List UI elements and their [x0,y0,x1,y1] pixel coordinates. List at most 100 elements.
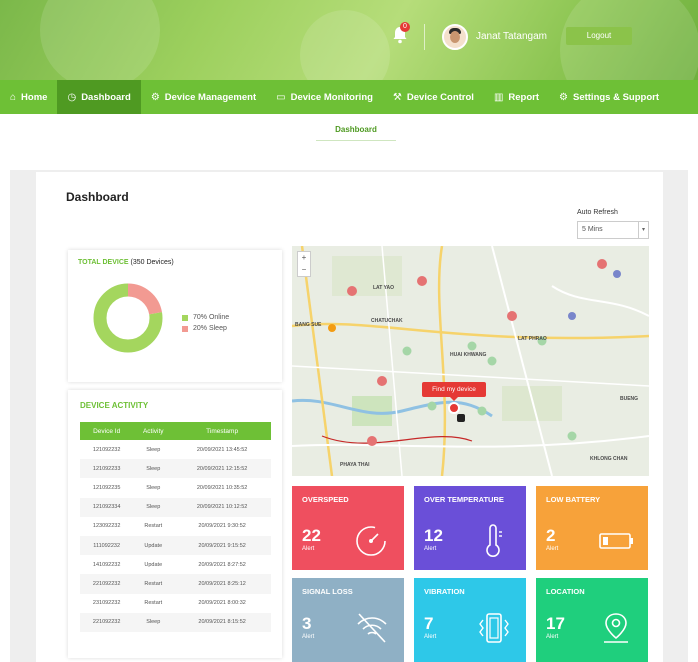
breadcrumb-underline [316,140,396,141]
nav-item-device-control[interactable]: ⚒ Device Control [383,80,484,114]
alert-count: 3 [302,614,312,633]
alert-count: 7 [424,614,434,633]
activity-cell: Sleep [146,446,161,453]
alert-count: 22 [302,526,321,545]
alert-caption: Alert [546,634,559,640]
table-row[interactable]: 121092334 Sleep 20/09/2021 10:12:52 [80,497,271,517]
map-label: KHLONG CHAN [590,456,628,462]
alert-tile-low-battery[interactable]: LOW BATTERY 2 Alert [536,486,648,570]
alert-label: LOCATION [546,587,585,596]
activity-cell: Sleep [133,612,174,632]
find-my-device-tooltip[interactable]: Find my device [422,382,486,401]
zoom-in-button[interactable]: + [298,252,310,264]
device-activity-title: DEVICE ACTIVITY [80,401,149,410]
nav-item-dashboard[interactable]: ◷ Dashboard [57,80,141,114]
nav-item-label: Device Control [406,91,474,103]
timestamp-cell: 20/09/2021 9:15:52 [173,535,271,556]
bar-chart-icon: ▥ [493,91,504,103]
nav-item-report[interactable]: ▥ Report [484,80,549,114]
map-label: LAT YAO [373,285,395,291]
notification-badge: 0 [400,22,410,32]
alert-tile-vibration[interactable]: VIBRATION 7 Alert [414,578,526,662]
device-map[interactable] [292,246,649,476]
alert-label: OVER TEMPERATURE [424,495,504,504]
alert-caption: Alert [302,634,315,640]
total-device-count: (350 Devices) [130,259,174,266]
alert-tile-overspeed[interactable]: OVERSPEED 22 Alert [292,486,404,570]
alert-caption: Alert [424,546,437,552]
activity-cell: Restart [133,574,174,594]
nav-item-settings-support[interactable]: ⚙ Settings & Support [549,80,669,114]
clock-icon: ◷ [67,91,77,103]
legend-label: 20% Sleep [193,325,227,332]
map-zoom-control[interactable]: + − [297,251,311,277]
alert-tile-over-temperature[interactable]: OVER TEMPERATURE 12 Alert [414,486,526,570]
auto-refresh-label: Auto Refresh [577,209,618,216]
logout-button[interactable]: Logout [566,27,632,45]
timestamp-cell: 20/09/2021 10:35:52 [196,484,248,491]
device-activity-table: Device Id Activity Timestamp 121092232 Sl… [80,422,271,632]
alert-label: VIBRATION [424,587,465,596]
main-nav: ⌂ Home ◷ Dashboard ⚙ Device Management ▭… [0,80,698,114]
table-row[interactable]: 111092232 Update 20/09/2021 9:15:52 [80,535,271,556]
timestamp-cell: 20/09/2021 8:27:52 [198,561,246,568]
column-header[interactable]: Device Id [80,422,134,440]
nav-item-label: Home [21,91,48,103]
table-row[interactable]: 121092235 Sleep 20/09/2021 10:35:52 [80,478,271,497]
table-row[interactable]: 231092232 Restart 20/09/2021 8:00:32 [80,594,271,613]
breadcrumb[interactable]: Dashboard [316,125,396,134]
map-label: BUENG [620,396,639,402]
nav-item-label: Report [508,91,540,103]
device-id-cell: 123092232 [92,523,121,530]
zoom-out-button[interactable]: − [298,264,310,276]
auto-refresh-select[interactable]: 5 Mins ▾ [577,221,649,239]
nav-item-home[interactable]: ⌂ Home [0,80,57,114]
timestamp-cell: 20/09/2021 12:15:52 [173,459,271,479]
table-header-row: Device Id Activity Timestamp [80,422,271,440]
table-row[interactable]: 121092232 Sleep 20/09/2021 13:45:52 [80,440,271,459]
alert-tile-signal-loss[interactable]: SIGNAL LOSS 3 Alert [292,578,404,662]
device-id-cell: 121092235 [92,484,121,491]
device-id-cell: 121092334 [80,497,134,517]
activity-cell: Sleep [146,484,161,491]
alert-label: SIGNAL LOSS [302,587,353,596]
device-activity-card: DEVICE ACTIVITY Device Id Activity Times… [68,390,282,658]
device-id-cell: 121092233 [80,459,134,479]
alert-caption: Alert [302,546,315,552]
table-row[interactable]: 221092232 Restart 20/09/2021 8:25:12 [80,574,271,594]
timestamp-cell: 20/09/2021 13:45:52 [196,446,248,453]
column-header[interactable]: Activity [133,422,174,440]
table-row[interactable]: 123092232 Restart 20/09/2021 9:30:52 [80,517,271,536]
nav-item-device-management[interactable]: ⚙ Device Management [141,80,266,114]
battery-icon [599,533,633,549]
device-location-pin-icon[interactable] [448,402,460,414]
device-status-donut [93,283,163,353]
column-header[interactable]: Timestamp [173,422,271,440]
location-pin-icon [604,613,628,643]
thermometer-icon [486,524,502,557]
timestamp-cell: 20/09/2021 8:15:52 [173,612,271,632]
legend-swatch-sleep [182,325,188,332]
device-id-cell: 221092232 [80,574,134,594]
activity-cell: Sleep [133,497,174,517]
table-row[interactable]: 141092232 Update 20/09/2021 8:27:52 [80,555,271,574]
avatar[interactable] [442,24,468,50]
header-divider [424,24,425,50]
signal-off-icon [357,613,387,643]
activity-cell: Update [133,535,174,556]
alert-tile-location[interactable]: LOCATION 17 Alert [536,578,648,662]
map-label: BANG SUE [295,322,322,328]
nav-item-label: Device Management [164,91,257,103]
table-row[interactable]: 121092233 Sleep 20/09/2021 12:15:52 [80,459,271,479]
activity-cell: Restart [144,523,163,530]
alert-caption: Alert [546,546,559,552]
device-id-cell: 221092232 [80,612,134,632]
nav-item-label: Dashboard [81,91,131,103]
table-row[interactable]: 221092232 Sleep 20/09/2021 8:15:52 [80,612,271,632]
monitor-icon: ▭ [276,91,286,103]
nav-item-device-monitoring[interactable]: ▭ Device Monitoring [266,80,383,114]
legend-swatch-online [182,314,188,321]
nav-item-label: Settings & Support [572,91,660,103]
map-label: PHAYA THAI [340,462,370,468]
timestamp-cell: 20/09/2021 10:12:52 [173,497,271,517]
